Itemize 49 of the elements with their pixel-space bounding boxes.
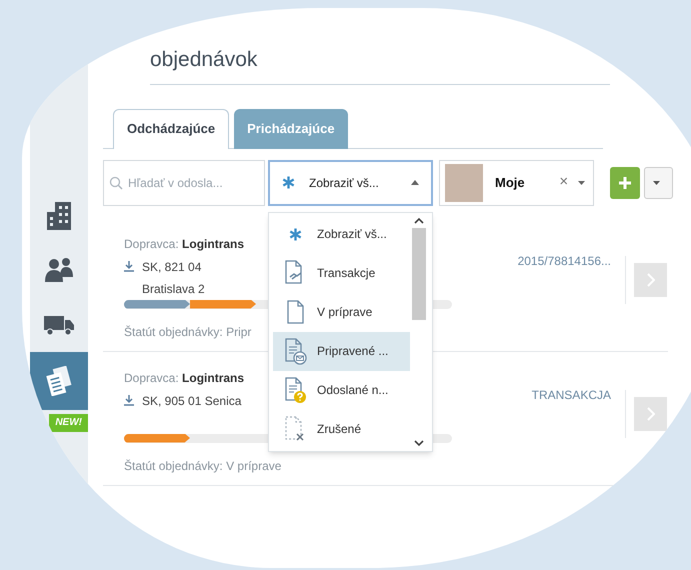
caret-icon bbox=[578, 180, 586, 184]
avatar-placeholder bbox=[445, 164, 483, 202]
documents-icon bbox=[44, 366, 74, 396]
dropdown-option[interactable]: Pripravené ... bbox=[273, 332, 410, 370]
caret-icon bbox=[653, 180, 660, 184]
search-field[interactable]: Hľadať v odosla... bbox=[103, 160, 265, 206]
truck-icon bbox=[43, 314, 75, 336]
dropdown-option[interactable]: Odoslané n... bbox=[273, 370, 410, 410]
document-envelope-icon bbox=[283, 338, 307, 364]
scroll-down-icon bbox=[414, 440, 424, 446]
dropdown-option[interactable]: Zobraziť vš... bbox=[273, 214, 410, 254]
document-icon bbox=[285, 300, 305, 324]
chevron-right-icon bbox=[646, 406, 654, 420]
more-button[interactable] bbox=[644, 166, 674, 198]
open-order-button[interactable] bbox=[634, 262, 667, 296]
order-status: Štatút objednávky: Pripr bbox=[124, 324, 252, 340]
chevron-right-icon bbox=[646, 272, 654, 286]
clear-button[interactable]: × bbox=[559, 171, 568, 194]
carrier-text: Dopravca: Logintrans bbox=[124, 370, 244, 386]
dropdown-option[interactable]: Zrušené bbox=[273, 410, 410, 448]
tab[interactable]: Odchádzajúce bbox=[113, 108, 230, 148]
asterisk-icon bbox=[288, 228, 302, 240]
download-icon bbox=[124, 260, 134, 272]
plus-icon bbox=[619, 176, 632, 188]
filter-dropdown[interactable]: Zobraziť vš... bbox=[268, 160, 433, 206]
add-button[interactable] bbox=[610, 166, 640, 198]
address-line: SK, 905 01 Senica bbox=[142, 392, 242, 410]
search-icon bbox=[109, 176, 123, 190]
caret-icon bbox=[411, 180, 419, 185]
owner-label: Moje bbox=[495, 174, 526, 192]
dropdown-option[interactable]: V príprave bbox=[273, 292, 410, 332]
new-badge: NEW! bbox=[49, 414, 88, 432]
download-icon bbox=[124, 394, 134, 406]
order-reference[interactable]: 2015/78814156... bbox=[518, 252, 611, 270]
page-title: objednávok bbox=[150, 48, 258, 71]
carrier-text: Dopravca: Logintrans bbox=[124, 236, 244, 252]
address-line: Bratislava 2 bbox=[142, 280, 205, 298]
asterisk-icon bbox=[282, 176, 295, 189]
open-order-button[interactable] bbox=[634, 396, 667, 430]
building-icon bbox=[45, 200, 73, 230]
order-reference[interactable]: TRANSAKCJA bbox=[532, 386, 611, 404]
address-line: SK, 821 04 bbox=[142, 258, 202, 276]
people-icon bbox=[44, 256, 74, 282]
order-status: Štatút objednávky: V príprave bbox=[124, 458, 282, 474]
owner-filter[interactable]: Moje × bbox=[439, 160, 594, 206]
sidebar-item[interactable] bbox=[30, 352, 88, 410]
dropdown-option[interactable]: Transakcje bbox=[273, 254, 410, 292]
scroll-up-icon bbox=[414, 216, 424, 224]
document-question-icon bbox=[283, 376, 307, 404]
